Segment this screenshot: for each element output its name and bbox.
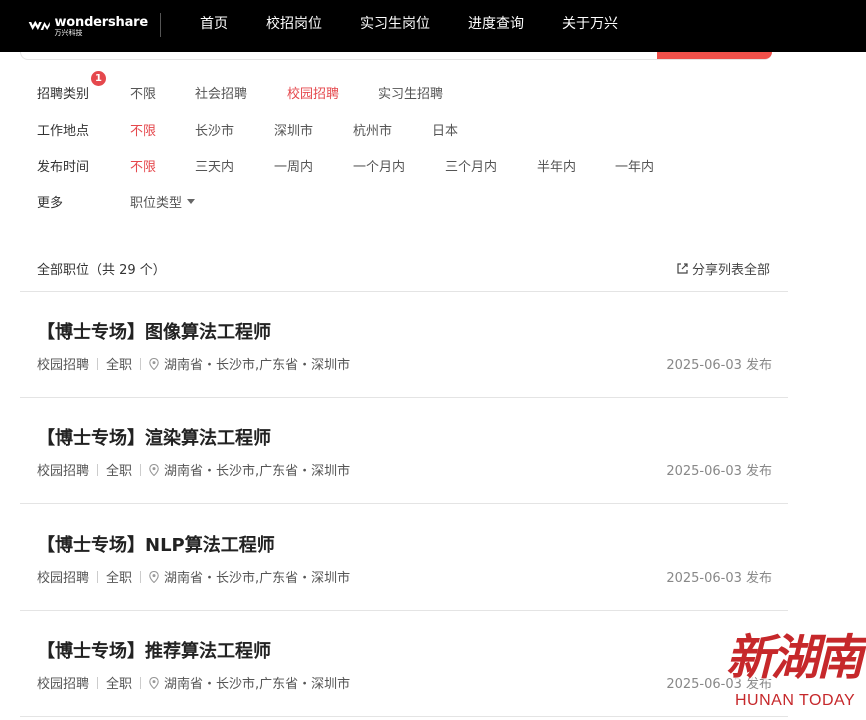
search-button[interactable] — [657, 52, 772, 59]
filter-option-1week[interactable]: 一周内 — [274, 156, 353, 175]
filter-option-any[interactable]: 不限 — [130, 83, 195, 102]
filter-option-campus[interactable]: 校园招聘 — [287, 83, 378, 102]
job-card[interactable]: 【博士专场】推荐算法工程师 校园招聘 全职 湖南省・长沙市,广东省・深圳市 20… — [37, 637, 772, 697]
job-title[interactable]: 【博士专场】渲染算法工程师 — [37, 424, 772, 450]
location-pin-icon — [149, 357, 159, 370]
meta-separator — [140, 357, 142, 370]
filter-option-halfyear[interactable]: 半年内 — [537, 156, 615, 175]
job-nature: 全职 — [106, 677, 133, 692]
job-title[interactable]: 【博士专场】NLP算法工程师 — [37, 531, 772, 557]
job-card[interactable]: 【博士专场】NLP算法工程师 校园招聘 全职 湖南省・长沙市,广东省・深圳市 2… — [37, 531, 772, 591]
job-meta: 校园招聘 全职 湖南省・长沙市,广东省・深圳市 — [37, 354, 350, 373]
nav-divider — [160, 13, 161, 37]
job-publish-date: 2025-06-03 发布 — [666, 358, 772, 373]
job-count-summary: 全部职位（共 29 个） — [37, 263, 166, 278]
location-pin-icon — [149, 570, 159, 583]
job-recruit-type: 校园招聘 — [37, 358, 90, 373]
caret-down-icon — [187, 198, 196, 204]
filter-row-category: 招聘类别 1 不限 社会招聘 校园招聘 实习生招聘 — [37, 70, 443, 102]
job-location: 湖南省・长沙市,广东省・深圳市 — [164, 677, 351, 692]
meta-separator — [97, 570, 99, 583]
top-nav-bar: wondershare 万兴科技 首页 校招岗位 实习生岗位 进度查询 关于万兴 — [0, 0, 866, 52]
meta-separator — [97, 357, 99, 370]
meta-separator — [97, 463, 99, 476]
filter-option-3months[interactable]: 三个月内 — [445, 156, 537, 175]
job-publish-date: 2025-06-03 发布 — [666, 464, 772, 479]
divider — [20, 291, 788, 292]
notification-badge: 1 — [91, 70, 106, 86]
job-location: 湖南省・长沙市,广东省・深圳市 — [164, 358, 351, 373]
filter-label-category: 招聘类别 1 — [37, 70, 130, 102]
nav-about[interactable]: 关于万兴 — [562, 0, 618, 52]
wondershare-logo-icon — [28, 20, 50, 30]
job-card[interactable]: 【博士专场】渲染算法工程师 校园招聘 全职 湖南省・长沙市,广东省・深圳市 20… — [37, 424, 772, 484]
logo-text-en: wondershare — [54, 14, 148, 30]
job-recruit-type: 校园招聘 — [37, 677, 90, 692]
filter-option-any[interactable]: 不限 — [130, 156, 195, 175]
main-nav: 首页 校招岗位 实习生岗位 进度查询 关于万兴 — [200, 0, 618, 52]
logo-text-cn: 万兴科技 — [54, 28, 83, 37]
job-location: 湖南省・长沙市,广东省・深圳市 — [164, 464, 351, 479]
job-card[interactable]: 【博士专场】图像算法工程师 校园招聘 全职 湖南省・长沙市,广东省・深圳市 20… — [37, 318, 772, 378]
share-list-button[interactable]: 分享列表全部 — [676, 259, 770, 278]
filter-row-time: 发布时间 不限 三天内 一周内 一个月内 三个月内 半年内 一年内 — [37, 155, 654, 175]
job-recruit-type: 校园招聘 — [37, 571, 90, 586]
nav-intern-jobs[interactable]: 实习生岗位 — [360, 0, 430, 52]
filter-label-more: 更多 — [37, 195, 64, 211]
job-nature: 全职 — [106, 464, 133, 479]
nav-campus-jobs[interactable]: 校招岗位 — [266, 0, 322, 52]
job-nature: 全职 — [106, 358, 133, 373]
meta-separator — [140, 676, 142, 689]
divider — [20, 716, 788, 717]
share-icon — [677, 263, 688, 274]
filter-row-location: 工作地点 不限 长沙市 深圳市 杭州市 日本 — [37, 119, 458, 139]
job-meta: 校园招聘 全职 湖南省・长沙市,广东省・深圳市 — [37, 673, 350, 692]
location-pin-icon — [149, 463, 159, 476]
nav-progress-query[interactable]: 进度查询 — [468, 0, 524, 52]
filter-option-changsha[interactable]: 长沙市 — [195, 120, 274, 139]
job-meta: 校园招聘 全职 湖南省・长沙市,广东省・深圳市 — [37, 460, 350, 479]
filter-option-1year[interactable]: 一年内 — [615, 156, 654, 175]
filter-option-3days[interactable]: 三天内 — [195, 156, 274, 175]
location-pin-icon — [149, 676, 159, 689]
job-meta: 校园招聘 全职 湖南省・长沙市,广东省・深圳市 — [37, 567, 350, 586]
filter-option-shenzhen[interactable]: 深圳市 — [274, 120, 353, 139]
share-list-label: 分享列表全部 — [692, 263, 771, 278]
job-nature: 全职 — [106, 571, 133, 586]
job-publish-date: 2025-06-03 发布 — [666, 571, 772, 586]
hunan-today-watermark: 新湖南 HUNAN TODAY — [726, 628, 864, 716]
filter-option-hangzhou[interactable]: 杭州市 — [353, 120, 432, 139]
watermark-en: HUNAN TODAY — [735, 692, 856, 709]
job-type-dropdown[interactable]: 职位类型 — [130, 192, 196, 211]
filter-option-intern[interactable]: 实习生招聘 — [378, 83, 443, 102]
meta-separator — [140, 570, 142, 583]
wondershare-logo[interactable]: wondershare 万兴科技 — [28, 12, 148, 40]
filter-option-any[interactable]: 不限 — [130, 120, 195, 139]
divider — [20, 503, 788, 504]
nav-home[interactable]: 首页 — [200, 0, 228, 52]
job-title[interactable]: 【博士专场】图像算法工程师 — [37, 318, 772, 344]
meta-separator — [140, 463, 142, 476]
filter-row-more: 更多 职位类型 — [37, 191, 196, 211]
filter-label-location: 工作地点 — [37, 123, 90, 139]
divider — [20, 397, 788, 398]
job-location: 湖南省・长沙市,广东省・深圳市 — [164, 571, 351, 586]
watermark-cn: 新湖南 — [726, 630, 864, 686]
divider — [20, 610, 788, 611]
filter-option-japan[interactable]: 日本 — [432, 120, 458, 139]
meta-separator — [97, 676, 99, 689]
filter-option-social[interactable]: 社会招聘 — [195, 83, 287, 102]
filter-label-time: 发布时间 — [37, 159, 90, 175]
filter-option-1month[interactable]: 一个月内 — [353, 156, 445, 175]
job-title[interactable]: 【博士专场】推荐算法工程师 — [37, 637, 772, 663]
job-recruit-type: 校园招聘 — [37, 464, 90, 479]
